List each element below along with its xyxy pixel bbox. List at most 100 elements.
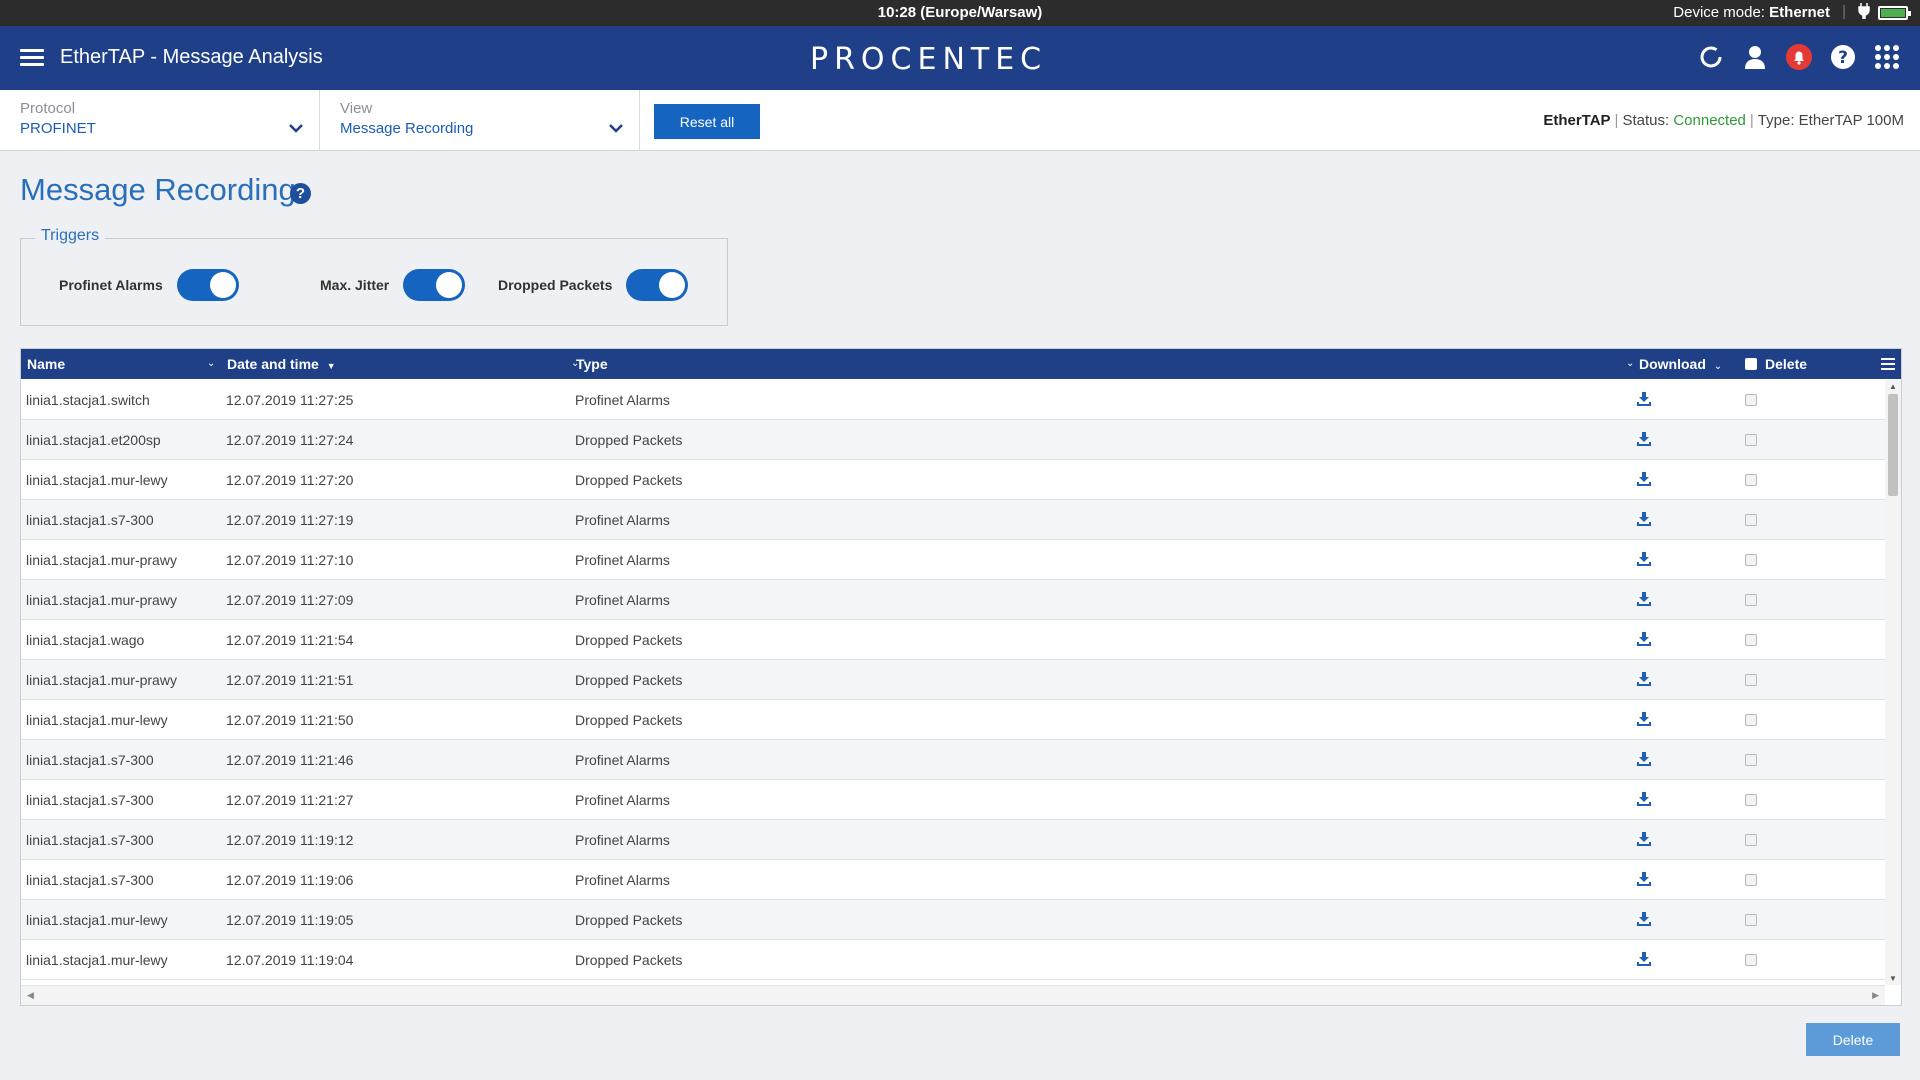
table-row[interactable]: linia1.stacja1.mur-prawy 12.07.2019 11:27… xyxy=(21,580,1885,620)
column-header-download[interactable]: Download ⌄ xyxy=(1639,349,1729,379)
select-all-checkbox[interactable] xyxy=(1745,358,1757,370)
reset-all-button[interactable]: Reset all xyxy=(654,104,760,139)
triggers-legend: Triggers xyxy=(35,227,106,245)
triggers-panel: Triggers Profinet Alarms Max. Jitter Dro… xyxy=(20,227,728,326)
download-icon[interactable] xyxy=(1637,592,1651,609)
cell-type: Dropped Packets xyxy=(575,712,683,728)
profinet-alarms-toggle[interactable] xyxy=(176,269,239,301)
download-icon[interactable] xyxy=(1637,672,1651,689)
table-row[interactable]: linia1.stacja1.mur-lewy 12.07.2019 11:27:… xyxy=(21,460,1885,500)
vertical-scrollbar[interactable]: ▲ ▼ xyxy=(1885,380,1901,985)
scroll-up-icon[interactable]: ▲ xyxy=(1885,382,1901,391)
download-icon[interactable] xyxy=(1637,632,1651,649)
chevron-down-icon[interactable]: ⌄ xyxy=(1714,361,1722,372)
max-jitter-toggle[interactable] xyxy=(403,269,466,301)
download-icon[interactable] xyxy=(1637,712,1651,729)
download-icon[interactable] xyxy=(1637,872,1651,889)
table-row[interactable]: linia1.stacja1.wago 12.07.2019 11:21:54 Dr… xyxy=(21,620,1885,660)
table-row[interactable]: linia1.stacja1.s7-300 12.07.2019 11:19:06… xyxy=(21,860,1885,900)
delete-checkbox[interactable] xyxy=(1745,914,1757,926)
table-row[interactable]: linia1.stacja1.mur-lewy 12.07.2019 11:19:… xyxy=(21,940,1885,980)
table-row[interactable]: linia1.stacja1.s7-300 12.07.2019 11:19:12… xyxy=(21,820,1885,860)
table-row[interactable]: linia1.stacja1.mur-lewy 12.07.2019 11:21:… xyxy=(21,700,1885,740)
delete-checkbox[interactable] xyxy=(1745,554,1757,566)
page-title: Message Recording xyxy=(20,172,296,207)
download-icon[interactable] xyxy=(1637,912,1651,929)
cell-datetime: 12.07.2019 11:27:25 xyxy=(226,392,354,408)
delete-checkbox[interactable] xyxy=(1745,834,1757,846)
cell-type: Profinet Alarms xyxy=(575,392,670,408)
delete-checkbox[interactable] xyxy=(1745,674,1757,686)
power-plug-icon xyxy=(1858,3,1870,23)
column-header-datetime[interactable]: Date and time ▼ ⌄ xyxy=(227,349,579,379)
column-header-name[interactable]: Name ⌄ xyxy=(27,349,221,379)
user-icon[interactable] xyxy=(1740,42,1770,72)
help-icon[interactable]: ? xyxy=(1828,42,1858,72)
download-icon[interactable] xyxy=(1637,832,1651,849)
delete-checkbox[interactable] xyxy=(1745,954,1757,966)
chevron-down-icon xyxy=(609,120,623,138)
separator: | xyxy=(1749,112,1754,129)
dropped-packets-toggle[interactable] xyxy=(626,269,689,301)
delete-button[interactable]: Delete xyxy=(1806,1023,1900,1056)
trigger-profinet-alarms: Profinet Alarms xyxy=(59,269,239,301)
view-label: View xyxy=(340,100,373,117)
column-header-type[interactable]: Type ⌄ xyxy=(576,349,1636,379)
delete-checkbox[interactable] xyxy=(1745,794,1757,806)
delete-checkbox[interactable] xyxy=(1745,874,1757,886)
table-row[interactable]: linia1.stacja1.mur-lewy 12.07.2019 11:19:… xyxy=(21,900,1885,940)
system-status-bar: 10:28 (Europe/Warsaw) Device mode: Ether… xyxy=(0,0,1920,26)
column-header-delete[interactable]: Delete xyxy=(1745,349,1865,379)
table-row[interactable]: linia1.stacja1.mur-prawy 12.07.2019 11:21… xyxy=(21,660,1885,700)
scroll-right-icon[interactable]: ▶ xyxy=(1872,990,1879,1001)
protocol-select[interactable]: Protocol PROFINET xyxy=(0,90,320,150)
delete-checkbox[interactable] xyxy=(1745,394,1757,406)
table-row[interactable]: linia1.stacja1.s7-300 12.07.2019 11:21:27… xyxy=(21,780,1885,820)
cell-datetime: 12.07.2019 11:21:46 xyxy=(226,752,354,768)
download-icon[interactable] xyxy=(1637,512,1651,529)
delete-checkbox[interactable] xyxy=(1745,754,1757,766)
device-name: EtherTAP xyxy=(1543,112,1611,129)
download-icon[interactable] xyxy=(1637,752,1651,769)
menu-icon[interactable] xyxy=(20,49,44,67)
download-icon[interactable] xyxy=(1637,392,1651,409)
table-row[interactable]: linia1.stacja1.switch 12.07.2019 11:27:25… xyxy=(21,380,1885,420)
scroll-thumb[interactable] xyxy=(1888,394,1898,496)
chevron-down-icon[interactable]: ⌄ xyxy=(207,349,215,379)
cell-name: linia1.stacja1.mur-lewy xyxy=(26,712,168,728)
notifications-icon[interactable] xyxy=(1784,42,1814,72)
download-icon[interactable] xyxy=(1637,472,1651,489)
cell-datetime: 12.07.2019 11:19:06 xyxy=(226,872,354,888)
cell-datetime: 12.07.2019 11:21:50 xyxy=(226,712,354,728)
delete-checkbox[interactable] xyxy=(1745,714,1757,726)
download-icon[interactable] xyxy=(1637,432,1651,449)
view-select[interactable]: View Message Recording xyxy=(320,90,640,150)
scroll-down-icon[interactable]: ▼ xyxy=(1885,974,1901,983)
procentec-logo: PROCENTEC xyxy=(810,42,1048,77)
download-icon[interactable] xyxy=(1637,552,1651,569)
delete-checkbox[interactable] xyxy=(1745,434,1757,446)
cell-name: linia1.stacja1.wago xyxy=(26,632,145,648)
view-value: Message Recording xyxy=(340,120,474,137)
separator: | xyxy=(1614,112,1619,129)
table-row[interactable]: linia1.stacja1.mur-prawy 12.07.2019 11:27… xyxy=(21,540,1885,580)
delete-checkbox[interactable] xyxy=(1745,514,1757,526)
help-icon[interactable]: ? xyxy=(290,183,311,204)
column-menu-icon[interactable] xyxy=(1881,358,1895,373)
chevron-down-icon[interactable]: ⌄ xyxy=(1626,349,1634,379)
cell-type: Profinet Alarms xyxy=(575,512,670,528)
apps-icon[interactable] xyxy=(1872,42,1902,72)
delete-checkbox[interactable] xyxy=(1745,474,1757,486)
download-icon[interactable] xyxy=(1637,792,1651,809)
table-row[interactable]: linia1.stacja1.s7-300 12.07.2019 11:27:19… xyxy=(21,500,1885,540)
delete-checkbox[interactable] xyxy=(1745,594,1757,606)
scroll-left-icon[interactable]: ◀ xyxy=(27,990,34,1001)
cell-name: linia1.stacja1.mur-prawy xyxy=(26,552,177,568)
download-icon[interactable] xyxy=(1637,952,1651,969)
delete-checkbox[interactable] xyxy=(1745,634,1757,646)
table-row[interactable]: linia1.stacja1.et200sp 12.07.2019 11:27:2… xyxy=(21,420,1885,460)
refresh-icon[interactable] xyxy=(1696,42,1726,72)
horizontal-scrollbar[interactable]: ◀ ▶ xyxy=(21,985,1885,1005)
cell-type: Dropped Packets xyxy=(575,952,683,968)
table-row[interactable]: linia1.stacja1.s7-300 12.07.2019 11:21:46… xyxy=(21,740,1885,780)
